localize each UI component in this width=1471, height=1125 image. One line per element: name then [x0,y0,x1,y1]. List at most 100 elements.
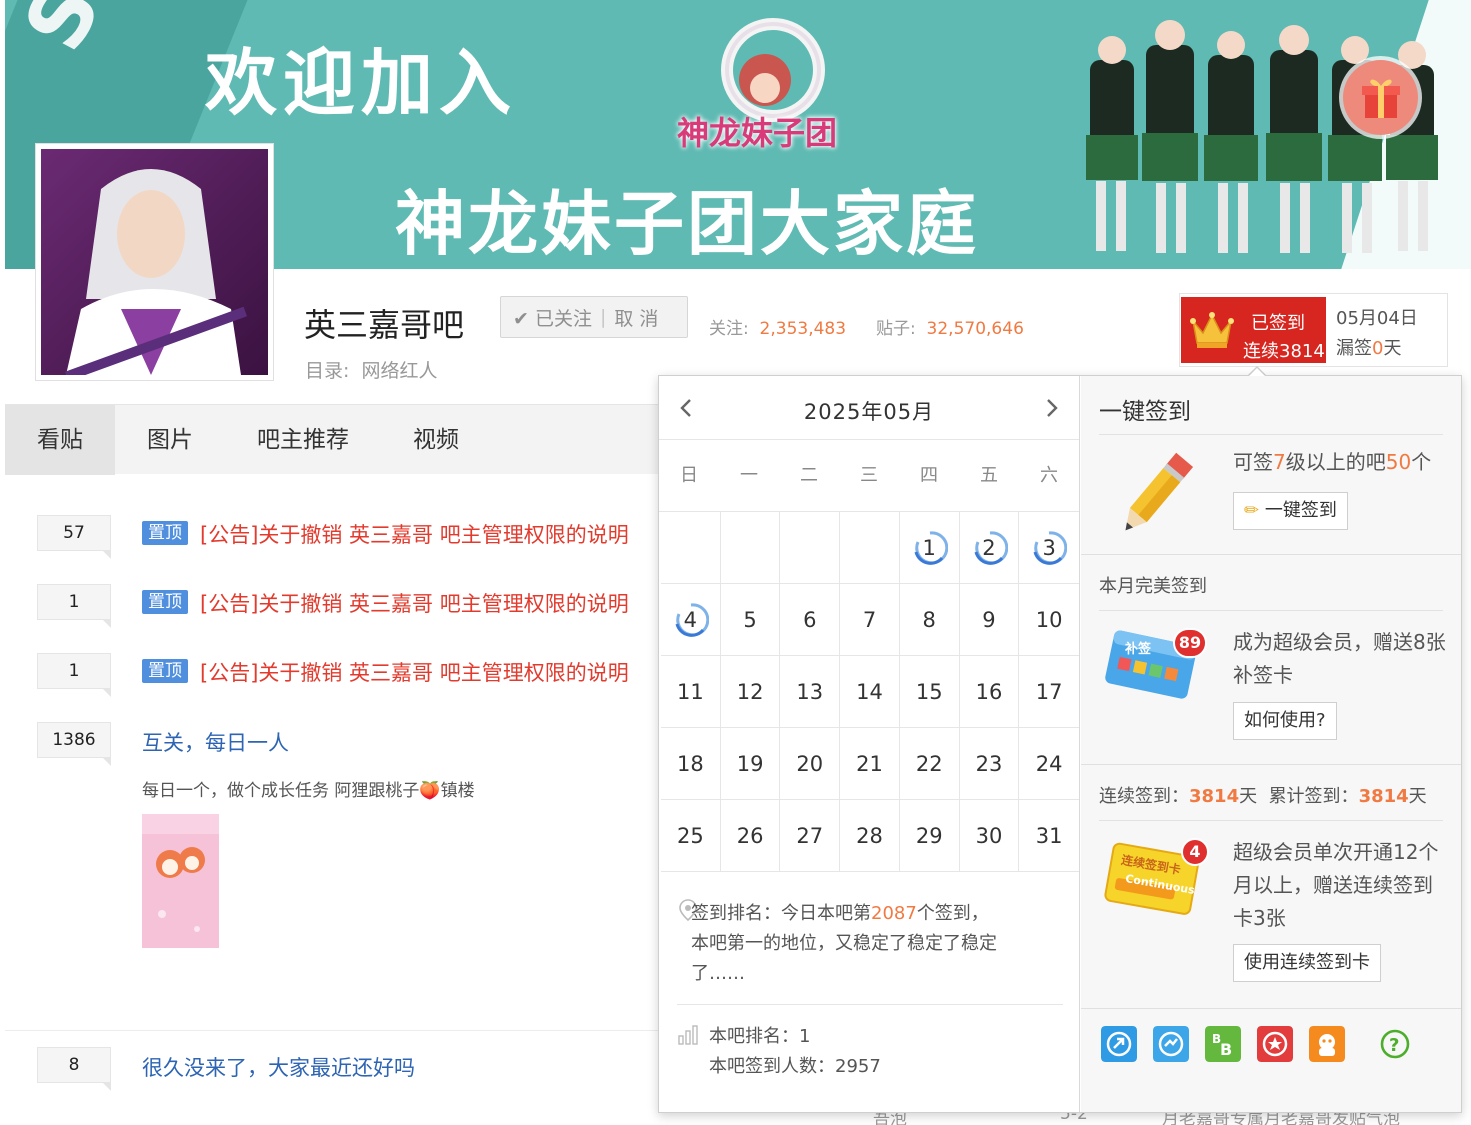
calendar-day[interactable]: 9 [960,584,1020,656]
calendar-day[interactable]: 6 [780,584,841,656]
calendar-day[interactable]: 26 [721,800,781,872]
calendar-day-number: 25 [676,824,704,848]
speed-app-icon[interactable] [1101,1026,1137,1062]
calendar-day[interactable]: 22 [900,728,960,800]
pinned-badge: 置顶 [142,590,188,614]
forum-avatar[interactable] [35,143,274,381]
month-perfect-title: 本月完美签到 [1099,576,1207,597]
can-sign-text: 可签7级以上的吧50个 [1233,450,1432,474]
calendar-empty-cell [661,512,721,584]
calendar-day[interactable]: 4 [661,584,721,656]
help-icon[interactable]: ? [1379,1028,1411,1060]
side-divider [1099,820,1443,821]
tbean-app-icon[interactable]: BB [1205,1026,1241,1062]
reply-count: 1 [37,584,111,628]
calendar-day-number: 5 [743,608,757,632]
calendar-day[interactable]: 17 [1019,656,1079,728]
pinned-badge: 置顶 [142,521,188,545]
calendar-day-number: 22 [915,752,943,776]
one-key-sign-button[interactable]: ✏ 一键签到 [1233,492,1348,530]
unfollow-label[interactable]: 取 消 [614,304,658,331]
calendar-day[interactable]: 19 [721,728,781,800]
calendar-empty-cell [780,512,841,584]
calendar-day[interactable]: 13 [780,656,841,728]
calendar-month: 2025年05月 [803,400,935,424]
calendar-day[interactable]: 7 [840,584,900,656]
calendar-day[interactable]: 30 [960,800,1020,872]
calendar-day[interactable]: 20 [780,728,841,800]
calendar-week-row: 4 5 6 7 8 9 10 [661,584,1079,656]
calendar-day[interactable]: 28 [840,800,900,872]
pencil-small-icon: ✏ [1244,500,1260,521]
banner-brand: 神龙妹子团 [677,114,838,152]
side-divider [1099,610,1443,611]
calendar-day-number: 16 [975,680,1003,704]
calendar-day[interactable]: 27 [780,800,841,872]
gift-box-button[interactable] [1343,60,1418,135]
sign-in-calendar-popup: 2025年05月 日一二三四五六 1 2 3 4 5 6 7 8 9 10 11 12 13 14 15 16… [658,375,1462,1113]
pencil-icon [1125,452,1194,531]
calendar-day[interactable]: 25 [661,800,721,872]
forum-name: 英三嘉哥吧 [304,306,465,344]
pinned-badge: 置顶 [142,659,188,683]
thread-title[interactable]: 互关，每日一人 [142,727,289,757]
use-continuous-card-button[interactable]: 使用连续签到卡 [1233,944,1381,982]
calendar-day[interactable]: 31 [1019,800,1079,872]
boost-app-icon[interactable] [1153,1026,1189,1062]
side-section-divider [1081,554,1461,555]
mascot-app-icon[interactable] [1309,1026,1345,1062]
calendar-day[interactable]: 16 [960,656,1020,728]
calendar-day[interactable]: 14 [840,656,900,728]
banner-group-photo [1086,20,1438,253]
popup-arrow-inner [1249,368,1265,376]
thread-title-pinned-2[interactable]: [公告]关于撤销 英三嘉哥 吧主管理权限的说明 [200,588,629,618]
followers-count: 2,353,483 [759,319,847,339]
calendar-day[interactable]: 5 [721,584,781,656]
calendar-panel: 2025年05月 日一二三四五六 1 2 3 4 5 6 7 8 9 10 11 12 13 14 15 16… [659,376,1080,1112]
calendar-day-number: 19 [736,752,764,776]
thread-thumbnail[interactable] [142,814,219,948]
weekday-label: 五 [980,465,998,486]
thread-title-pinned-1[interactable]: [公告]关于撤销 英三嘉哥 吧主管理权限的说明 [200,519,629,549]
calendar-day[interactable]: 18 [661,728,721,800]
calendar-day-number: 18 [676,752,704,776]
chevron-right-icon[interactable] [1039,396,1063,420]
side-divider [1099,434,1443,435]
thread-title[interactable]: 很久没来了，大家最近还好吗 [142,1052,415,1082]
calendar-day-number: 26 [736,824,764,848]
calendar-day-number: 3 [1042,536,1056,560]
how-to-use-button[interactable]: 如何使用? [1233,702,1337,740]
followed-label: ✔ 已关注 [513,307,592,330]
catalog-link[interactable]: 网络红人 [362,360,438,382]
weekday-label: 日 [680,465,698,486]
calendar-day[interactable]: 2 [960,512,1020,584]
calendar-day[interactable]: 8 [900,584,960,656]
tab-threads[interactable]: 看贴 [5,405,115,475]
tab-videos[interactable]: 视频 [381,405,491,475]
calendar-day[interactable]: 11 [661,656,721,728]
calendar-day[interactable]: 21 [840,728,900,800]
one-click-title: 一键签到 [1099,399,1191,425]
signed-in-button[interactable]: 已签到 连续3814 [1181,297,1326,363]
calendar-day[interactable]: 1 [900,512,960,584]
star-app-icon[interactable] [1257,1026,1293,1062]
tab-pictures[interactable]: 图片 [115,405,225,475]
calendar-day-number: 15 [915,680,943,704]
follow-toggle-button[interactable]: ✔ 已关注 | 取 消 [500,296,688,338]
info-divider [677,1004,1063,1005]
calendar-day[interactable]: 3 [1019,512,1079,584]
tab-recommended[interactable]: 吧主推荐 [225,405,381,475]
reply-count: 1 [37,653,111,697]
calendar-day-number: 23 [975,752,1003,776]
calendar-day[interactable]: 29 [900,800,960,872]
calendar-day[interactable]: 23 [960,728,1020,800]
calendar-day[interactable]: 10 [1019,584,1079,656]
calendar-day[interactable]: 24 [1019,728,1079,800]
thread-title-pinned-3[interactable]: [公告]关于撤销 英三嘉哥 吧主管理权限的说明 [200,657,629,687]
continuous-card-count-badge: 4 [1181,838,1209,866]
calendar-grid: 1 2 3 4 5 6 7 8 9 10 11 12 13 14 15 16 17 18 19 20 21 22 23 24 2… [661,512,1079,872]
calendar-day[interactable]: 15 [900,656,960,728]
calendar-day[interactable]: 12 [721,656,781,728]
calendar-day-number: 14 [856,680,883,704]
makeup-card-text: 成为超级会员，赠送8张补签卡 [1233,630,1446,687]
